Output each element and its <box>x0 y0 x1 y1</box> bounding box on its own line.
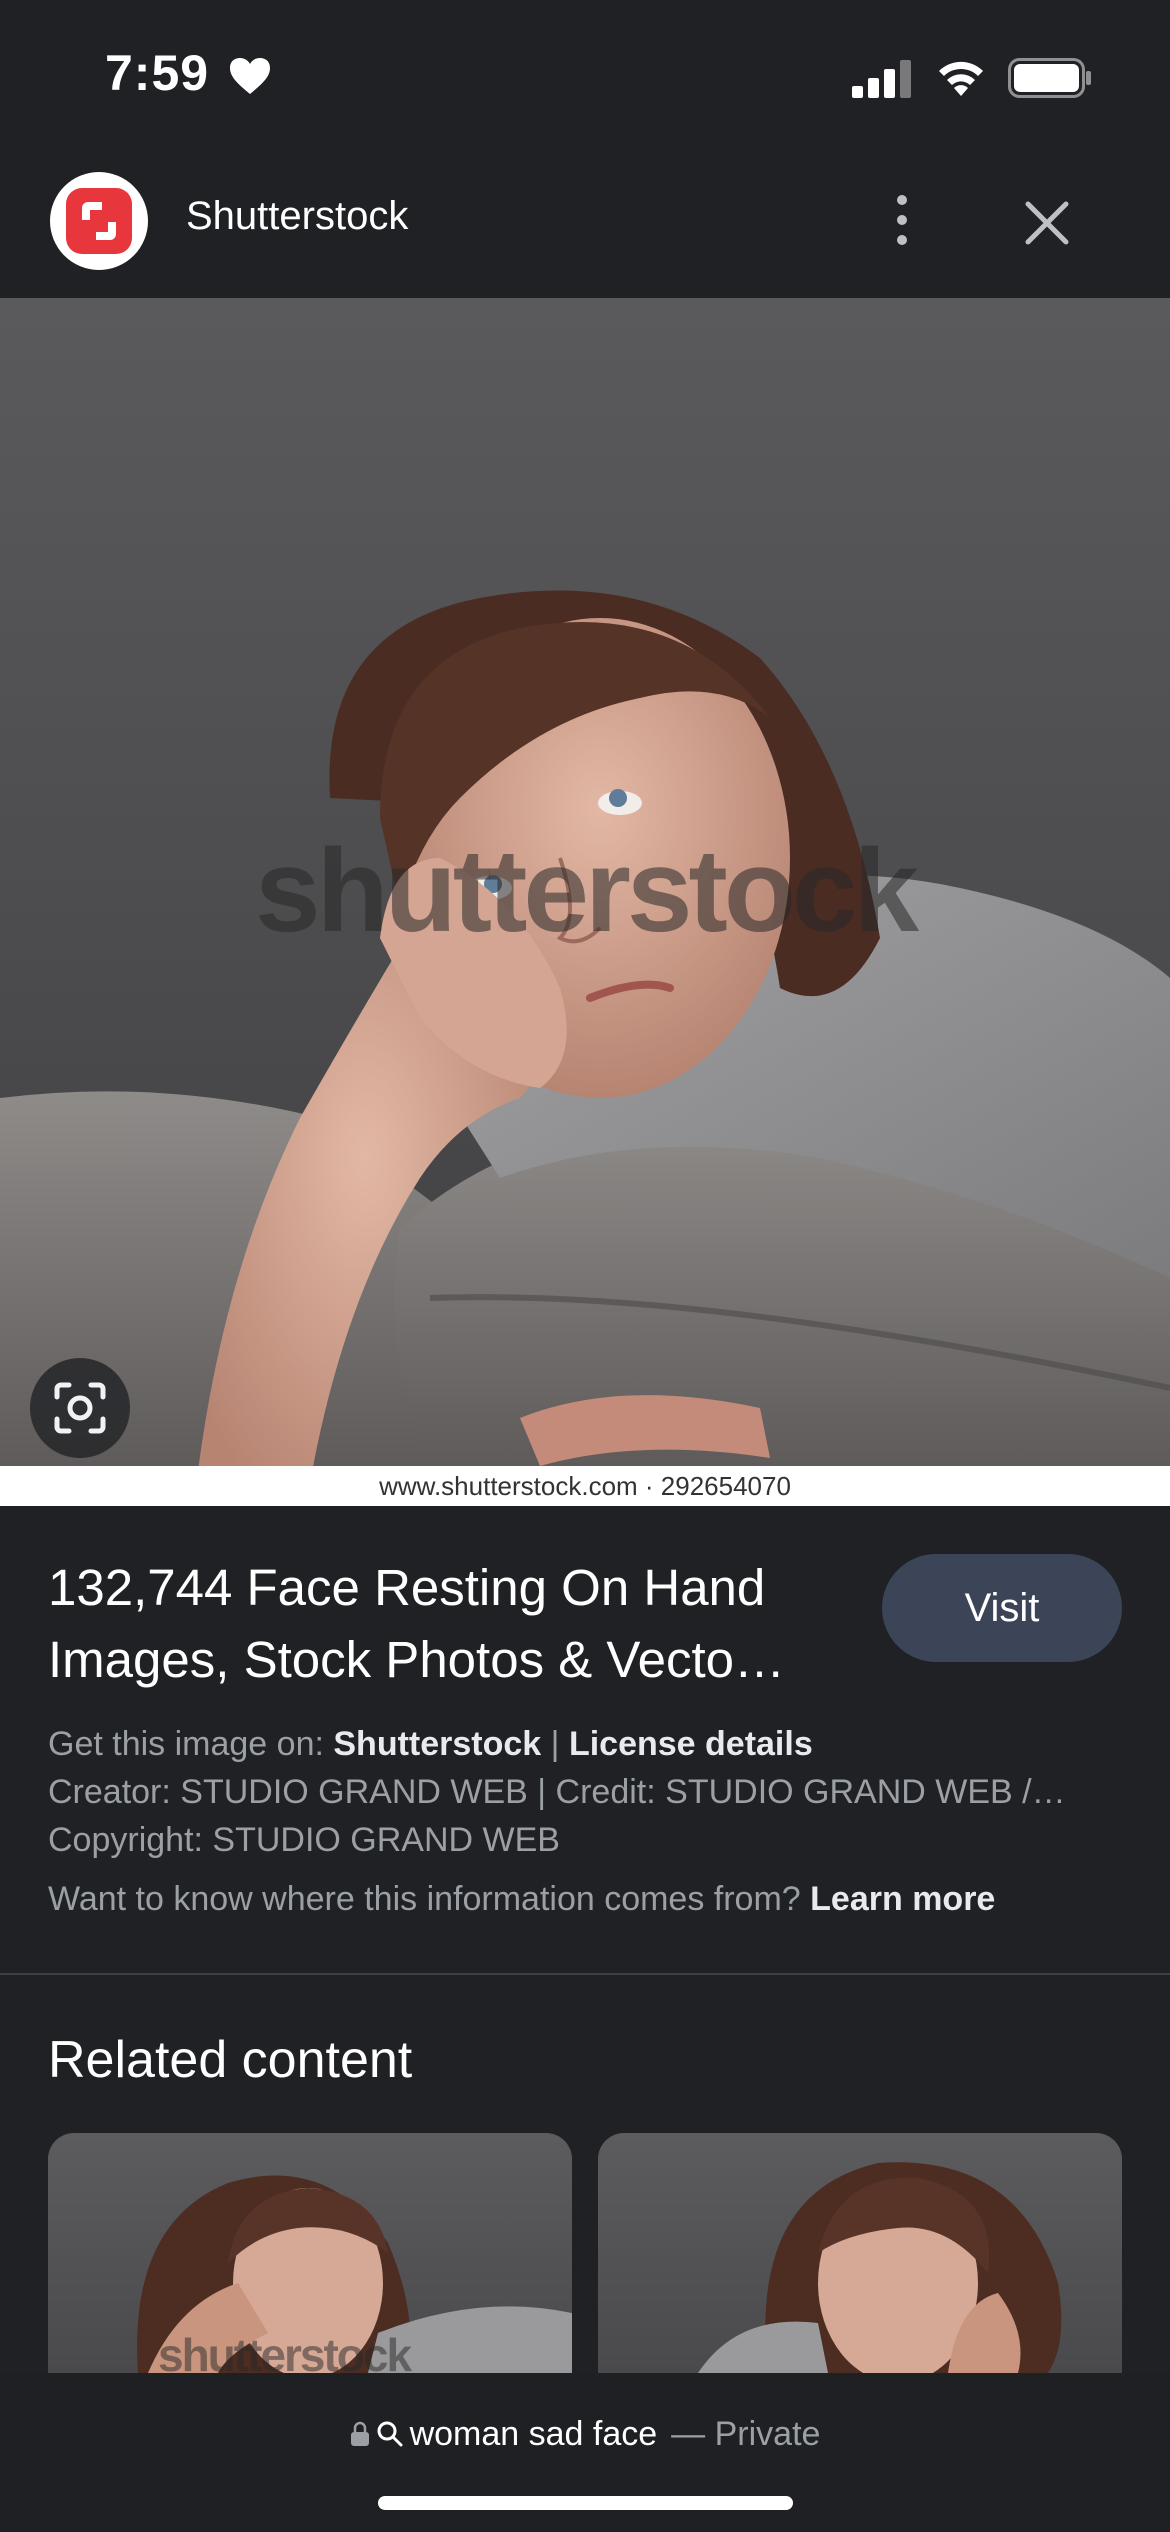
learn-more-link[interactable]: Learn more <box>810 1880 995 1918</box>
copyright-line: Copyright: STUDIO GRAND WEB <box>48 1821 560 1859</box>
wifi-icon <box>939 61 983 96</box>
close-icon[interactable] <box>1020 196 1074 250</box>
get-image-line: Get this image on: Shutterstock | Licens… <box>48 1725 1128 1764</box>
section-divider <box>0 1973 1170 1975</box>
related-content-heading: Related content <box>48 2031 413 2089</box>
lens-search-button[interactable] <box>30 1358 130 1458</box>
home-indicator[interactable] <box>378 2496 793 2510</box>
related-card[interactable] <box>598 2133 1122 2373</box>
lens-icon <box>54 1382 106 1434</box>
meta-separator: | <box>550 1725 560 1763</box>
result-image[interactable]: shutterstock <box>0 298 1170 1466</box>
search-icon <box>377 2421 403 2447</box>
license-details-link[interactable]: License details <box>569 1725 813 1763</box>
site-name[interactable]: Shutterstock <box>186 194 408 239</box>
watermark: shutterstock <box>255 825 919 957</box>
cellular-signal-icon <box>852 60 911 98</box>
shutterstock-logo-icon[interactable] <box>50 172 148 270</box>
browser-bottom-bar: woman sad face — Private <box>0 2373 1170 2532</box>
get-image-source-link[interactable]: Shutterstock <box>333 1725 541 1763</box>
address-bar[interactable]: woman sad face — Private <box>0 2409 1170 2459</box>
image-source-caption: www.shutterstock.com · 292654070 <box>0 1466 1170 1506</box>
related-card[interactable]: shutterstock <box>48 2133 572 2373</box>
related-thumbnail <box>698 2162 1062 2373</box>
lock-icon <box>350 2421 369 2446</box>
get-image-prefix: Get this image on: <box>48 1725 324 1763</box>
related-watermark: shutterstock <box>158 2329 412 2373</box>
private-mode-label: — Private <box>671 2414 821 2453</box>
search-query: woman sad face <box>409 2414 658 2453</box>
heart-icon <box>230 58 270 94</box>
creator-line: Creator: STUDIO GRAND WEB | Credit: STUD… <box>48 1773 1066 1811</box>
visit-button[interactable]: Visit <box>882 1554 1122 1662</box>
more-options-icon[interactable] <box>880 190 924 250</box>
info-source-line: Want to know where this information come… <box>48 1880 1128 1919</box>
lens-result-header: Shutterstock <box>0 150 1170 298</box>
result-title[interactable]: 132,744 Face Resting On Hand Images, Sto… <box>48 1552 878 1696</box>
status-time: 7:59 <box>105 45 210 101</box>
battery-icon <box>1008 58 1091 98</box>
info-question: Want to know where this information come… <box>48 1880 801 1918</box>
status-bar: 7:59 <box>0 0 1170 150</box>
